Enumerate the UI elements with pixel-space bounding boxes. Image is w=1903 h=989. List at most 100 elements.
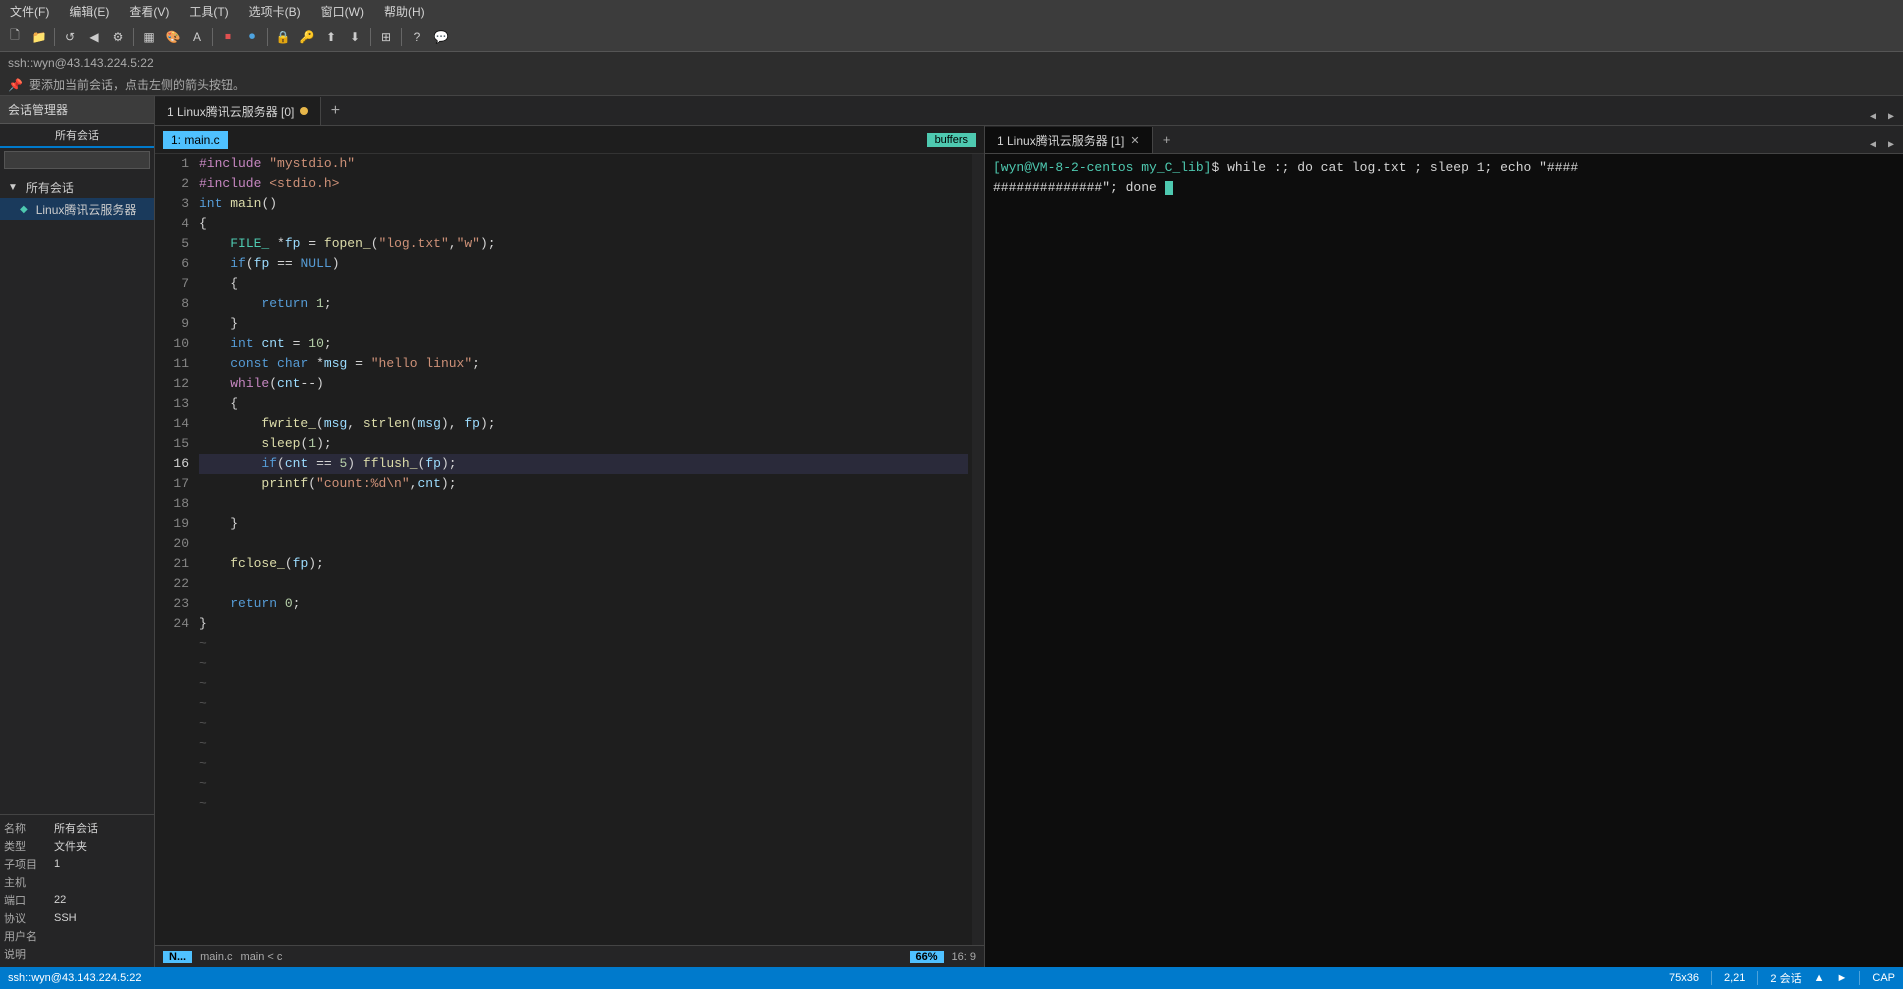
terminal-nav-left[interactable]: ◀ (1865, 137, 1881, 153)
tab-nav-right[interactable]: ▶ (1883, 109, 1899, 125)
terminal-tab-nav: ◀ ▶ (1861, 137, 1903, 153)
gs-right: 75x36 2,21 2 会话 ▲ ► CAP (1669, 970, 1895, 986)
toolbar-open[interactable]: 📁 (28, 26, 50, 48)
gs-cap: CAP (1872, 972, 1895, 984)
sidebar-header[interactable]: 会话管理器 (0, 96, 154, 124)
gs-ssh: ssh::wyn@43.143.224.5:22 (8, 972, 141, 984)
prop-username: 用户名 (4, 927, 150, 945)
code-line-3: int main() (199, 194, 968, 214)
sidebar-props: 名称 所有会话 类型 文件夹 子项目 1 主机 端口 22 协议 SSH (0, 814, 154, 967)
toolbar-refresh[interactable]: ↺ (59, 26, 81, 48)
line-num-9: 9 (155, 314, 189, 334)
menu-tabs[interactable]: 选项卡(B) (243, 1, 307, 22)
toolbar-upload[interactable]: ⬆ (320, 26, 342, 48)
line-num-17: 17 (155, 474, 189, 494)
toolbar-settings[interactable]: ⚙ (107, 26, 129, 48)
toolbar-help[interactable]: ? (406, 26, 428, 48)
prop-subitem: 子项目 1 (4, 855, 150, 873)
editor-tab-0[interactable]: 1 Linux腾讯云服务器 [0] (155, 97, 321, 125)
terminal-tab-1[interactable]: 1 Linux腾讯云服务器 [1] ✕ (985, 127, 1153, 153)
tree-item-server-label: Linux腾讯云服务器 (36, 201, 137, 218)
menu-view[interactable]: 查看(V) (123, 1, 175, 22)
toolbar-key[interactable]: 🔑 (296, 26, 318, 48)
gs-size: 75x36 (1669, 972, 1699, 984)
code-scrollbar[interactable] (972, 154, 984, 945)
line-num-22: 22 (155, 574, 189, 594)
code-line-10: int cnt = 10; (199, 334, 968, 354)
line-numbers: 1 2 3 4 5 6 7 8 9 10 11 12 13 14 (155, 154, 195, 945)
menu-tools[interactable]: 工具(T) (183, 1, 234, 22)
toolbar-sep2 (133, 28, 134, 46)
code-line-tilde-4: ~ (199, 694, 968, 714)
line-num-8: 8 (155, 294, 189, 314)
line-num-19: 19 (155, 514, 189, 534)
prop-port: 端口 22 (4, 891, 150, 909)
sidebar-title: 会话管理器 (8, 101, 68, 118)
toolbar-new[interactable]: 🗋 (4, 26, 26, 48)
toolbar-stop[interactable]: ⏹ (217, 26, 239, 48)
gs-arrows: ▲ (1814, 972, 1825, 984)
prop-name-val: 所有会话 (54, 820, 98, 836)
tab-nav-left[interactable]: ◀ (1865, 109, 1881, 125)
toolbar-color[interactable]: 🎨 (162, 26, 184, 48)
code-filename-label: 1: main.c (163, 131, 228, 149)
code-line-tilde-6: ~ (199, 734, 968, 754)
prop-port-val: 22 (54, 894, 66, 906)
line-num-11: 11 (155, 354, 189, 374)
terminal-body[interactable]: [wyn@VM-8-2-centos my_C_lib]$ while :; d… (985, 154, 1903, 967)
code-line-16: if(cnt == 5) fflush_(fp); (199, 454, 968, 474)
toolbar-chat[interactable]: 💬 (430, 26, 452, 48)
toolbar-lock[interactable]: 🔒 (272, 26, 294, 48)
code-line-6: if(fp == NULL) (199, 254, 968, 274)
toolbar-download[interactable]: ⬇ (344, 26, 366, 48)
tip-text: 要添加当前会话，点击左侧的箭头按钮。 (29, 76, 245, 93)
terminal-line-1: [wyn@VM-8-2-centos my_C_lib]$ while :; d… (993, 158, 1895, 178)
toolbar-sep1 (54, 28, 55, 46)
status-filename: main.c (200, 951, 232, 963)
sidebar-tab-label: 所有会话 (55, 127, 99, 143)
sidebar-search-input[interactable] (4, 151, 150, 169)
toolbar-display[interactable]: ▦ (138, 26, 160, 48)
terminal-nav-right[interactable]: ▶ (1883, 137, 1899, 153)
global-statusbar: ssh::wyn@43.143.224.5:22 75x36 2,21 2 会话… (0, 967, 1903, 989)
code-line-9: } (199, 314, 968, 334)
sidebar-search (0, 148, 154, 172)
prop-type: 类型 文件夹 (4, 837, 150, 855)
toolbar-font[interactable]: A (186, 26, 208, 48)
code-content[interactable]: #include "mystdio.h" #include <stdio.h> … (195, 154, 972, 945)
code-line-19: } (199, 514, 968, 534)
status-func-text: main < c (241, 951, 283, 963)
ssh-address: ssh::wyn@43.143.224.5:22 (8, 56, 154, 70)
prop-desc-key: 说明 (4, 946, 54, 962)
code-line-5: FILE_ *fp = fopen_("log.txt","w"); (199, 234, 968, 254)
line-num-10: 10 (155, 334, 189, 354)
line-num-5: 5 (155, 234, 189, 254)
terminal-tab-close[interactable]: ✕ (1130, 134, 1139, 147)
tab-add-button[interactable]: + (321, 97, 349, 125)
gs-sep3 (1859, 971, 1860, 985)
menu-help[interactable]: 帮助(H) (378, 1, 431, 22)
code-line-tilde-2: ~ (199, 654, 968, 674)
line-num-4: 4 (155, 214, 189, 234)
menu-edit[interactable]: 编辑(E) (63, 1, 115, 22)
gs-sessions: 2 会话 (1770, 970, 1801, 986)
menu-window[interactable]: 窗口(W) (315, 1, 370, 22)
terminal-tab-add[interactable]: + (1153, 127, 1181, 153)
tree-item-linux[interactable]: ◆ Linux腾讯云服务器 (0, 198, 154, 220)
code-panel: 1: main.c buffers 1 2 3 4 5 6 7 8 9 (155, 126, 985, 967)
line-num-2: 2 (155, 174, 189, 194)
toolbar-grid[interactable]: ⊞ (375, 26, 397, 48)
gs-left: ssh::wyn@43.143.224.5:22 (8, 972, 141, 984)
sidebar-tab-all[interactable]: 所有会话 (0, 124, 154, 148)
code-line-17: printf("count:%d\n",cnt); (199, 474, 968, 494)
code-line-12: while(cnt--) (199, 374, 968, 394)
status-n: N... (163, 951, 192, 963)
line-num-1: 1 (155, 154, 189, 174)
toolbar-back[interactable]: ◀ (83, 26, 105, 48)
prop-name-key: 名称 (4, 820, 54, 836)
status-pos: 16: 9 (952, 951, 976, 963)
toolbar-record[interactable]: ⏺ (241, 26, 263, 48)
menu-file[interactable]: 文件(F) (4, 1, 55, 22)
tree-item-all-sessions[interactable]: ▼ 所有会话 (0, 176, 154, 198)
ssh-bar: ssh::wyn@43.143.224.5:22 (0, 52, 1903, 74)
